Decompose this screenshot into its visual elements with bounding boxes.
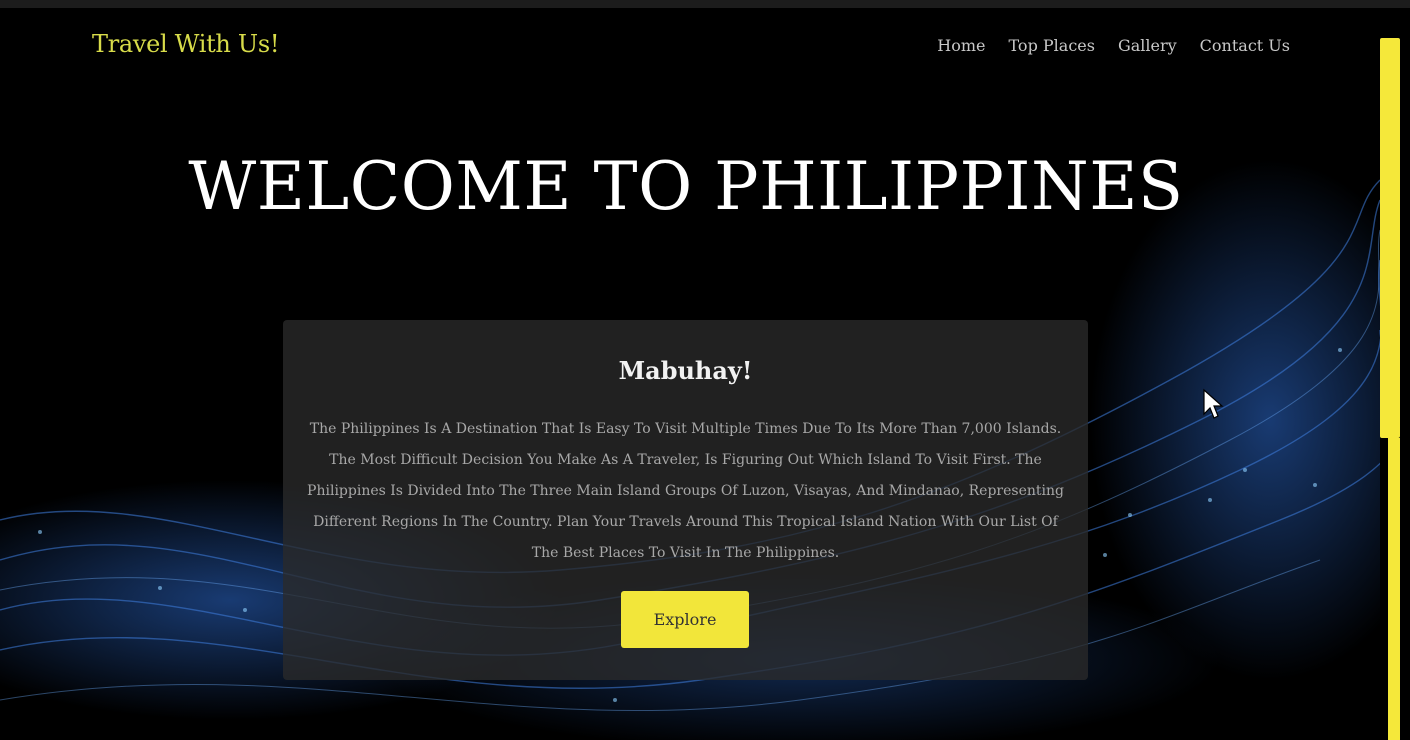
nav-link-home[interactable]: Home	[937, 36, 985, 55]
hero-title: WELCOME TO PHILIPPINES	[188, 148, 1184, 225]
navbar: Travel With Us! Home Top Places Gallery …	[0, 8, 1380, 88]
brand-logo[interactable]: Travel With Us!	[92, 30, 280, 58]
scrollbar-track-inner	[1380, 438, 1388, 740]
intro-card: Mabuhay! The Philippines Is A Destinatio…	[283, 320, 1088, 680]
card-description: The Philippines Is A Destination That Is…	[307, 421, 1064, 561]
nav-link-top-places[interactable]: Top Places	[1009, 36, 1095, 55]
scrollbar-thumb[interactable]	[1380, 38, 1400, 438]
explore-button[interactable]: Explore	[621, 591, 749, 648]
page: Travel With Us! Home Top Places Gallery …	[0, 0, 1410, 740]
mouse-pointer-icon	[1203, 388, 1224, 419]
nav-link-contact-us[interactable]: Contact Us	[1200, 36, 1290, 55]
nav-link-gallery[interactable]: Gallery	[1118, 36, 1177, 55]
nav-links: Home Top Places Gallery Contact Us	[937, 36, 1290, 55]
card-heading: Mabuhay!	[618, 356, 753, 385]
scrollbar-track[interactable]	[1380, 438, 1400, 740]
scrollbar[interactable]	[1380, 8, 1410, 740]
